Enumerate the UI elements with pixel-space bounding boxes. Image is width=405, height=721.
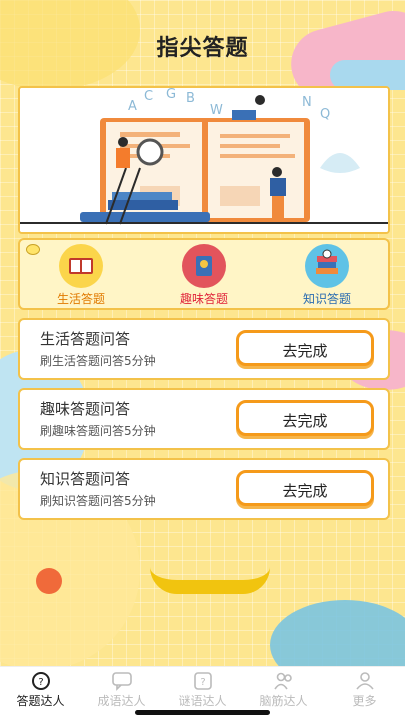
tab-label: 谜语达人 (178, 694, 227, 708)
svg-text:C: C (144, 89, 153, 104)
people-icon (273, 671, 295, 690)
home-indicator (135, 710, 270, 715)
svg-text:B: B (186, 91, 195, 106)
task-subtitle: 刷生活答题问答5分钟 (40, 354, 156, 368)
tab-label: 脑筋达人 (259, 694, 308, 708)
tab-answer-master[interactable]: ? 答题达人 (0, 671, 81, 709)
question-box-icon: ? (192, 671, 214, 690)
tab-more[interactable]: 更多 (324, 671, 405, 709)
task-title: 趣味答题问答 (40, 400, 131, 418)
book-icon (59, 244, 103, 288)
tab-label: 答题达人 (16, 694, 65, 708)
letter-a: A (128, 99, 137, 114)
task-subtitle: 刷趣味答题问答5分钟 (40, 424, 156, 438)
go-complete-button[interactable]: 去完成 (236, 400, 374, 436)
category-panel: 生活答题 趣味答题 知识答题 (18, 238, 390, 310)
category-fun[interactable]: 趣味答题 (159, 244, 249, 307)
chat-bubble-icon (111, 671, 133, 691)
hero-illustration: A C G B W N Q (20, 88, 388, 232)
page-title: 指尖答题 (156, 36, 249, 61)
task-title: 生活答题问答 (40, 330, 131, 348)
svg-text:Q: Q (320, 107, 330, 122)
svg-text:?: ? (38, 677, 43, 688)
category-life[interactable]: 生活答题 (36, 244, 126, 307)
category-knowledge[interactable]: 知识答题 (282, 244, 372, 307)
hero-banner: A C G B W N Q (18, 86, 390, 234)
tab-idiom-master[interactable]: 成语达人 (81, 671, 162, 709)
user-icon (354, 671, 376, 690)
svg-text:G: G (166, 88, 176, 102)
tab-brain-master[interactable]: 脑筋达人 (243, 671, 324, 709)
task-title: 知识答题问答 (40, 470, 131, 488)
tab-label: 更多 (352, 694, 377, 708)
category-label: 趣味答题 (179, 292, 228, 306)
tab-riddle-master[interactable]: ? 谜语达人 (162, 671, 243, 709)
tab-label: 成语达人 (97, 694, 146, 708)
category-label: 生活答题 (56, 292, 105, 306)
svg-text:N: N (302, 95, 312, 110)
task-subtitle: 刷知识答题问答5分钟 (40, 494, 156, 508)
svg-text:?: ? (200, 677, 205, 688)
go-complete-button[interactable]: 去完成 (236, 470, 374, 506)
category-label: 知识答题 (302, 292, 351, 306)
book-stack-icon (305, 244, 349, 288)
go-complete-button[interactable]: 去完成 (236, 330, 374, 366)
task-card: 生活答题问答 刷生活答题问答5分钟 去完成 (18, 318, 390, 380)
question-circle-icon: ? (30, 671, 52, 690)
trophy-book-icon (182, 244, 226, 288)
svg-text:W: W (210, 103, 223, 118)
task-card: 趣味答题问答 刷趣味答题问答5分钟 去完成 (18, 388, 390, 450)
task-card: 知识答题问答 刷知识答题问答5分钟 去完成 (18, 458, 390, 520)
